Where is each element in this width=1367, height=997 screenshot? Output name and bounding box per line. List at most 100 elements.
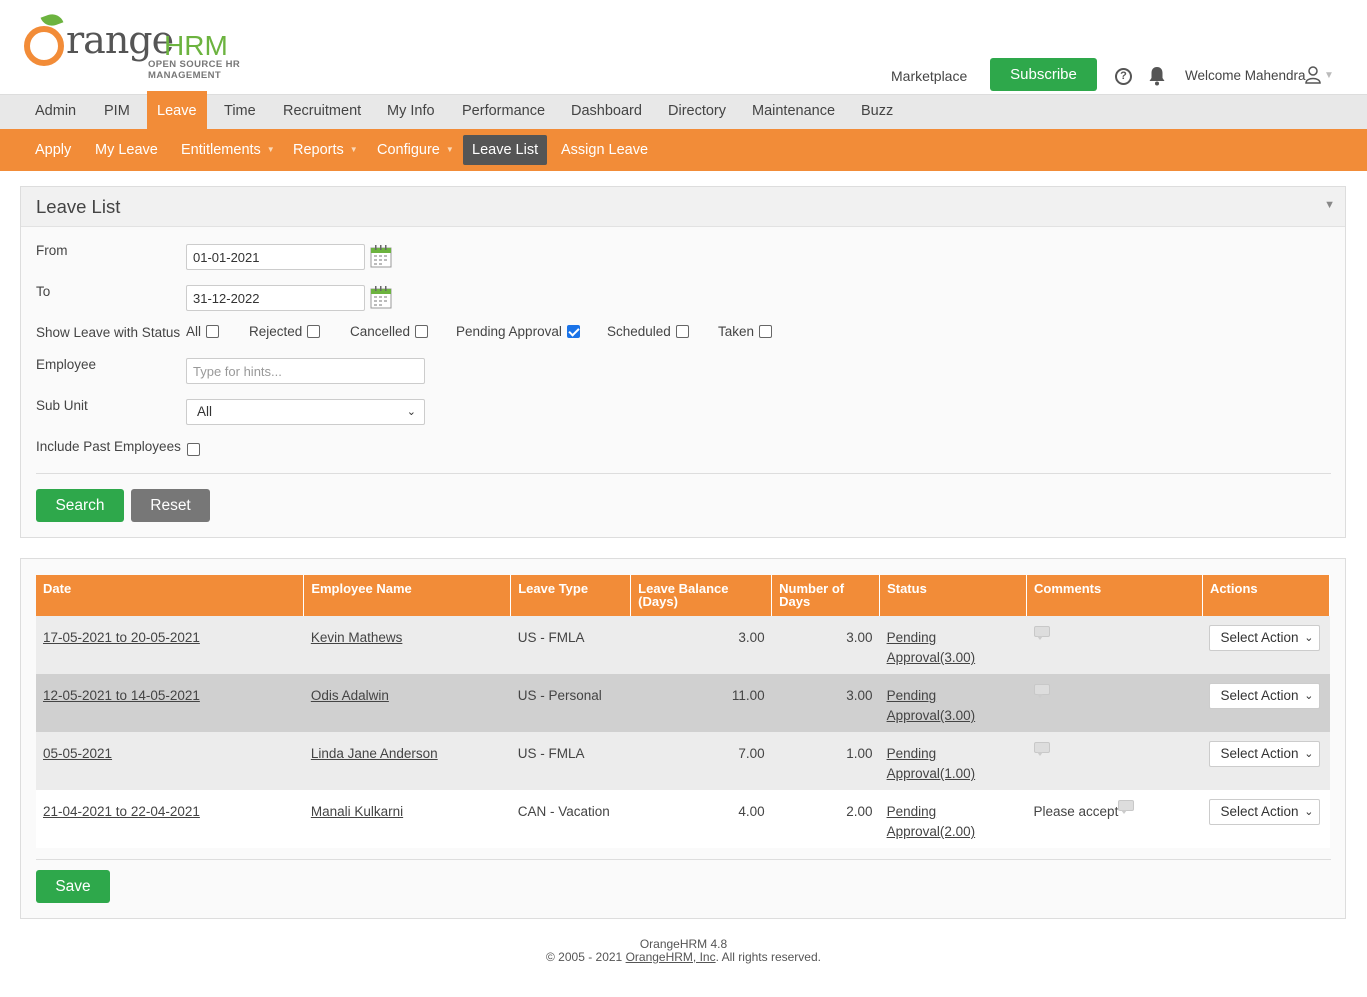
status-scheduled[interactable]: Scheduled: [607, 324, 689, 339]
number-of-days: 3.00: [771, 616, 880, 674]
select-action-value: Select Action: [1220, 804, 1299, 819]
status-pending-label: Pending Approval: [456, 324, 562, 339]
date-link[interactable]: 05-05-2021: [43, 746, 112, 761]
subnav-leave-list[interactable]: Leave List: [463, 135, 548, 165]
subnav-reports[interactable]: Reports ▼: [284, 135, 367, 165]
past-employees-label: Include Past Employees: [36, 439, 181, 454]
chevron-down-icon[interactable]: ▼: [1324, 70, 1334, 81]
select-action-dropdown[interactable]: Select Action ⌄: [1209, 799, 1321, 825]
col-leave-type[interactable]: Leave Type: [510, 575, 632, 616]
to-date-input[interactable]: [186, 285, 365, 311]
caret-down-icon: ▼: [445, 145, 454, 155]
employee-link[interactable]: Kevin Mathews: [311, 630, 403, 645]
subnav-assign-leave[interactable]: Assign Leave: [552, 135, 657, 165]
status-cancelled[interactable]: Cancelled: [350, 324, 429, 339]
comment-icon[interactable]: [1033, 742, 1050, 756]
col-date[interactable]: Date: [36, 575, 305, 616]
subnav-entitlements[interactable]: Entitlements ▼: [172, 135, 284, 165]
bell-icon[interactable]: [1148, 66, 1166, 86]
select-action-dropdown[interactable]: Select Action ⌄: [1209, 625, 1321, 651]
nav-dashboard[interactable]: Dashboard: [561, 95, 652, 130]
search-button[interactable]: Search: [36, 489, 124, 522]
status-cancelled-checkbox[interactable]: [415, 325, 429, 338]
status-filter-label: Show Leave with Status: [36, 325, 181, 340]
marketplace-link[interactable]: Marketplace: [891, 68, 967, 84]
date-link[interactable]: 21-04-2021 to 22-04-2021: [43, 804, 200, 819]
table-header-row: Date Employee Name Leave Type Leave Bala…: [36, 575, 1331, 616]
col-status[interactable]: Status: [879, 575, 1028, 616]
subnav-configure[interactable]: Configure ▼: [368, 135, 463, 165]
col-actions: Actions: [1202, 575, 1331, 616]
status-scheduled-checkbox[interactable]: [675, 325, 689, 338]
status-all[interactable]: All: [186, 324, 220, 339]
nav-maintenance[interactable]: Maintenance: [742, 95, 845, 130]
past-employees-checkbox[interactable]: [187, 443, 200, 456]
copyright-suffix: . All rights reserved.: [715, 950, 821, 964]
help-icon[interactable]: ?: [1115, 68, 1132, 85]
nav-directory[interactable]: Directory: [658, 95, 736, 130]
number-of-days: 2.00: [771, 790, 880, 848]
leave-type: US - FMLA: [510, 732, 631, 790]
nav-pim[interactable]: PIM: [94, 95, 140, 130]
comment-icon[interactable]: [1033, 684, 1050, 698]
col-leave-balance[interactable]: Leave Balance (Days): [630, 575, 773, 616]
subnav-my-leave[interactable]: My Leave: [86, 135, 167, 165]
chevron-down-icon: ⌄: [1304, 748, 1314, 760]
nav-admin[interactable]: Admin: [25, 95, 86, 130]
chevron-down-icon: ⌄: [1304, 632, 1314, 644]
status-cancelled-label: Cancelled: [350, 324, 411, 339]
logo-tagline: OPEN SOURCE HR MANAGEMENT: [148, 59, 241, 81]
nav-buzz[interactable]: Buzz: [851, 95, 903, 130]
status-rejected-checkbox[interactable]: [307, 325, 321, 338]
status-pending-checkbox[interactable]: [566, 325, 580, 338]
nav-time[interactable]: Time: [214, 95, 266, 130]
status-taken-label: Taken: [718, 324, 755, 339]
company-link[interactable]: OrangeHRM, Inc: [626, 950, 716, 964]
select-action-dropdown[interactable]: Select Action ⌄: [1209, 683, 1321, 709]
from-date-input[interactable]: [186, 244, 365, 270]
date-link[interactable]: 17-05-2021 to 20-05-2021: [43, 630, 200, 645]
status-link[interactable]: Pending Approval(3.00): [887, 688, 976, 723]
subnav-apply[interactable]: Apply: [26, 135, 80, 165]
leave-type: CAN - Vacation: [510, 790, 631, 848]
status-taken[interactable]: Taken: [718, 324, 773, 339]
subnav-reports-label: Reports: [293, 142, 344, 158]
calendar-icon[interactable]: [370, 285, 392, 309]
subscribe-button[interactable]: Subscribe: [990, 58, 1097, 91]
status-link[interactable]: Pending Approval(2.00): [887, 804, 976, 839]
employee-input[interactable]: [186, 358, 425, 384]
status-taken-checkbox[interactable]: [759, 325, 773, 338]
logo-word: range: [66, 18, 174, 62]
employee-link[interactable]: Linda Jane Anderson: [311, 746, 438, 761]
comment-icon[interactable]: [1118, 800, 1135, 814]
select-action-value: Select Action: [1220, 688, 1299, 703]
leave-balance: 11.00: [630, 674, 772, 732]
status-link[interactable]: Pending Approval(3.00): [887, 630, 976, 665]
welcome-user[interactable]: Welcome Mahendra: [1185, 68, 1306, 83]
filter-panel: Leave List ▼ From To Show Leave with Sta…: [20, 186, 1346, 538]
collapse-toggle-icon[interactable]: ▼: [1324, 199, 1335, 211]
subunit-select[interactable]: All ⌄: [186, 399, 425, 425]
status-scheduled-label: Scheduled: [607, 324, 671, 339]
reset-button[interactable]: Reset: [131, 489, 210, 522]
col-number-of-days[interactable]: Number of Days: [771, 575, 881, 616]
user-avatar-icon[interactable]: [1305, 66, 1321, 84]
date-link[interactable]: 12-05-2021 to 14-05-2021: [43, 688, 200, 703]
orangehrm-logo[interactable]: range HRM OPEN SOURCE HR MANAGEMENT: [24, 10, 314, 81]
select-action-dropdown[interactable]: Select Action ⌄: [1209, 741, 1321, 767]
calendar-icon[interactable]: [370, 244, 392, 268]
status-line-2: Approval(1.00): [886, 766, 976, 781]
status-pending[interactable]: Pending Approval: [456, 324, 580, 339]
nav-leave[interactable]: Leave: [147, 91, 207, 130]
status-all-checkbox[interactable]: [206, 325, 220, 338]
comment-icon[interactable]: [1033, 626, 1050, 640]
nav-recruitment[interactable]: Recruitment: [273, 95, 371, 130]
nav-my-info[interactable]: My Info: [377, 95, 445, 130]
save-button[interactable]: Save: [36, 870, 110, 903]
nav-performance[interactable]: Performance: [452, 95, 555, 130]
col-employee[interactable]: Employee Name: [303, 575, 512, 616]
employee-link[interactable]: Odis Adalwin: [311, 688, 389, 703]
employee-link[interactable]: Manali Kulkarni: [311, 804, 403, 819]
status-rejected[interactable]: Rejected: [249, 324, 321, 339]
status-link[interactable]: Pending Approval(1.00): [887, 746, 976, 781]
